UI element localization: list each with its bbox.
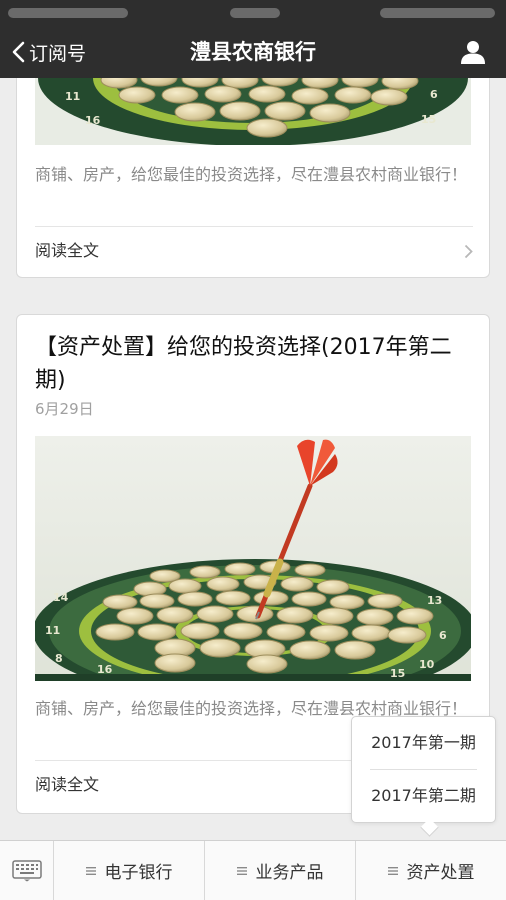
status-bar xyxy=(0,0,506,26)
svg-text:8: 8 xyxy=(55,652,63,665)
status-battery-redacted xyxy=(380,8,495,18)
svg-text:13: 13 xyxy=(427,594,442,607)
svg-text:14: 14 xyxy=(53,591,69,604)
article-title[interactable]: 【资产处置】给您的投资选择(2017年第二期) xyxy=(35,331,475,397)
submenu-item-2017-issue-1[interactable]: 2017年第一期 xyxy=(352,717,495,769)
back-button[interactable]: 订阅号 xyxy=(12,26,86,78)
read-more-label: 阅读全文 xyxy=(35,241,100,260)
menu-lines-icon xyxy=(85,866,96,875)
tab-products[interactable]: 业务产品 xyxy=(205,841,356,900)
read-more-label: 阅读全文 xyxy=(35,775,100,794)
article-card: 11 16 6 15 商铺、房产，给您最佳的投资选择，尽在澧县农村商业银行！ 阅读全… xyxy=(16,78,490,278)
svg-text:6: 6 xyxy=(439,629,447,642)
status-time-redacted xyxy=(230,8,280,18)
menu-lines-icon xyxy=(387,866,398,875)
svg-text:16: 16 xyxy=(85,114,101,127)
article-excerpt: 商铺、房产，给您最佳的投资选择，尽在澧县农村商业银行！ xyxy=(35,165,468,184)
svg-text:16: 16 xyxy=(97,663,113,676)
svg-text:11: 11 xyxy=(45,624,60,637)
svg-text:6: 6 xyxy=(430,88,438,101)
tab-e-banking[interactable]: 电子银行 xyxy=(54,841,205,900)
chevron-right-icon xyxy=(464,244,473,259)
keyboard-icon xyxy=(11,859,42,881)
svg-text:15: 15 xyxy=(390,667,405,680)
asset-disposal-submenu: 2017年第一期 2017年第二期 xyxy=(351,716,496,837)
menu-lines-icon xyxy=(236,866,247,875)
svg-text:11: 11 xyxy=(65,90,80,103)
back-label: 订阅号 xyxy=(29,42,87,65)
bottom-menu-bar: 电子银行 业务产品 资产处置 xyxy=(0,840,506,900)
chevron-left-icon xyxy=(12,41,25,63)
article-cover-image[interactable]: 11 16 6 15 xyxy=(35,78,471,145)
article-cover-image[interactable]: 14 11 8 16 13 6 10 15 xyxy=(35,436,471,681)
tab-label: 电子银行 xyxy=(104,863,173,883)
svg-text:15: 15 xyxy=(421,113,436,126)
svg-text:10: 10 xyxy=(419,658,435,671)
tab-asset-disposal[interactable]: 资产处置 xyxy=(356,841,506,900)
submenu-item-2017-issue-2[interactable]: 2017年第二期 xyxy=(352,770,495,822)
user-profile-icon[interactable] xyxy=(460,39,486,65)
tab-label: 业务产品 xyxy=(255,863,324,883)
status-carrier-redacted xyxy=(8,8,128,18)
article-date: 6月29日 xyxy=(35,400,94,418)
tab-label: 资产处置 xyxy=(406,863,475,883)
read-more-link[interactable]: 阅读全文 xyxy=(35,227,473,275)
navbar: 订阅号 澧县农商银行 xyxy=(0,26,506,78)
keyboard-toggle-button[interactable] xyxy=(0,841,54,900)
